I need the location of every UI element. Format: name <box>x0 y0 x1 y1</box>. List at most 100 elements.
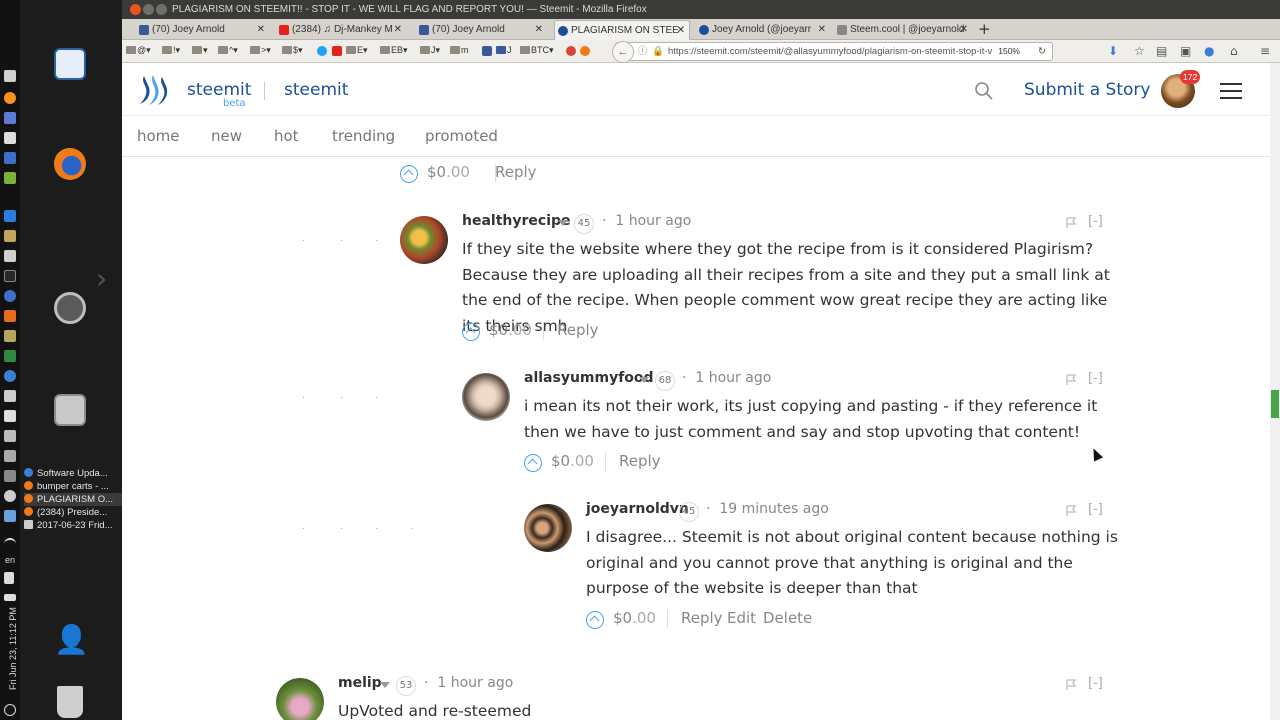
chrome-icon[interactable] <box>4 370 16 382</box>
comment-time[interactable]: · 1 hour ago <box>424 675 513 691</box>
minimize-window-button[interactable] <box>143 4 154 15</box>
trash-icon[interactable] <box>57 686 83 718</box>
terminal-icon[interactable] <box>4 270 16 282</box>
bookmark-folder[interactable]: $▾ <box>282 45 303 56</box>
collapse-toggle[interactable]: [-] <box>1088 676 1103 691</box>
browser-tab[interactable]: (2384) ♫ Dj-Mankey M ✕ <box>276 20 406 40</box>
address-bar[interactable]: ← ⓘ 🔒 https://steemit.com/steemit/@allas… <box>612 41 1053 63</box>
app-icon[interactable] <box>4 112 16 124</box>
comment-time[interactable]: · 1 hour ago <box>602 213 691 229</box>
power-icon[interactable] <box>4 704 16 716</box>
chevron-down-icon[interactable] <box>380 682 390 688</box>
collapse-toggle[interactable]: [-] <box>1088 371 1103 386</box>
bookmark-folder[interactable]: @▾ <box>126 45 151 56</box>
user-switch-icon[interactable]: 👤 <box>54 624 89 656</box>
chevron-down-icon[interactable] <box>558 220 568 226</box>
window-titlebar[interactable]: PLAGIARISM ON STEEMIT!! - STOP IT - WE W… <box>122 0 1280 19</box>
collapse-toggle[interactable]: [-] <box>1088 214 1103 229</box>
notification-badge[interactable]: 172 <box>1180 70 1201 84</box>
comment-author[interactable]: allasyummyfood <box>524 370 654 386</box>
scrollbar-thumb[interactable] <box>1271 390 1279 418</box>
language-indicator[interactable]: en <box>5 555 15 565</box>
reply-link[interactable]: Reply <box>557 321 599 339</box>
clock[interactable]: Fri Jun 23, 11:12 PM <box>8 580 18 690</box>
reload-icon[interactable]: ↻ <box>1038 43 1046 60</box>
grid-icon[interactable] <box>4 210 16 222</box>
upvote-icon[interactable] <box>524 454 542 472</box>
bookmark-folder[interactable]: E▾ <box>346 45 368 56</box>
close-tab-icon[interactable]: ✕ <box>257 20 265 39</box>
close-tab-icon[interactable]: ✕ <box>535 20 543 39</box>
nav-home[interactable]: home <box>137 127 180 145</box>
flag-icon[interactable] <box>1066 374 1076 386</box>
flag-icon[interactable] <box>1066 217 1076 229</box>
pocket-icon[interactable]: ● <box>1204 44 1214 58</box>
payout-value[interactable]: $0.00 <box>613 609 656 627</box>
close-tab-icon[interactable]: ✕ <box>394 20 402 39</box>
window-list-item[interactable]: Software Upda... <box>24 467 122 480</box>
app-icon[interactable] <box>4 172 16 184</box>
nav-promoted[interactable]: promoted <box>425 127 498 145</box>
nav-hot[interactable]: hot <box>274 127 299 145</box>
section-title[interactable]: steemit <box>284 80 348 100</box>
archive-icon[interactable] <box>54 394 86 426</box>
app-icon[interactable] <box>4 330 16 342</box>
avatar[interactable] <box>524 504 572 552</box>
app-icon[interactable] <box>4 390 16 402</box>
avatar[interactable] <box>276 678 324 720</box>
bookmark-item[interactable]: m <box>450 45 469 55</box>
upvote-icon[interactable] <box>400 165 418 183</box>
google-icon[interactable] <box>566 46 576 56</box>
monitor-icon[interactable] <box>4 410 16 422</box>
close-window-button[interactable] <box>130 4 141 15</box>
calendar-icon[interactable] <box>4 152 16 164</box>
payout-value[interactable]: $0.00 <box>489 321 532 339</box>
submit-story-link[interactable]: Submit a Story <box>1024 80 1150 100</box>
comment-author[interactable]: healthyrecipe <box>462 213 571 229</box>
upvote-icon[interactable] <box>586 611 604 629</box>
download-icon[interactable]: ⬇ <box>1108 44 1118 58</box>
window-list-item[interactable]: bumper carts - ... <box>24 480 122 493</box>
bookmark-folder[interactable]: J▾ <box>420 45 440 56</box>
arrow-up-icon[interactable] <box>4 70 16 82</box>
document-viewer-icon[interactable] <box>54 48 86 80</box>
reply-link[interactable]: Reply <box>681 609 723 627</box>
note-icon[interactable] <box>4 132 16 144</box>
back-button[interactable]: ← <box>612 41 634 63</box>
collapse-toggle[interactable]: [-] <box>1088 502 1103 517</box>
close-tab-icon[interactable]: ✕ <box>960 20 968 39</box>
app-icon[interactable] <box>4 250 16 262</box>
app-icon[interactable] <box>4 430 16 442</box>
site-brand[interactable]: steemit <box>187 80 251 100</box>
hamburger-menu-icon[interactable]: ≡ <box>1260 44 1270 58</box>
bitcoin-icon[interactable] <box>4 92 16 104</box>
chevron-down-icon[interactable] <box>639 377 649 383</box>
bookmark-folder[interactable]: ▾ <box>192 45 208 56</box>
reply-link[interactable]: Reply <box>619 452 661 470</box>
window-list-item[interactable]: PLAGIARISM O... <box>24 493 122 506</box>
close-tab-icon[interactable]: ✕ <box>818 20 826 39</box>
comment-author[interactable]: melip <box>338 675 382 691</box>
wifi-icon[interactable] <box>4 538 16 550</box>
comment-time[interactable]: · 1 hour ago <box>682 370 771 386</box>
steemit-logo-icon[interactable] <box>138 73 170 107</box>
facebook-icon[interactable] <box>482 46 492 56</box>
delete-link[interactable]: Delete <box>763 609 812 627</box>
page-scrollbar[interactable] <box>1270 63 1280 720</box>
firefox-icon[interactable] <box>580 46 590 56</box>
app-icon[interactable] <box>4 350 16 362</box>
browser-tab[interactable]: Steem.cool | @joeyarnold ✕ <box>834 20 972 40</box>
youtube-icon[interactable] <box>332 46 342 56</box>
bookmark-folder[interactable]: >▾ <box>250 45 271 56</box>
new-tab-button[interactable]: + <box>978 19 991 39</box>
app-icon[interactable] <box>4 450 16 462</box>
upvote-icon[interactable] <box>462 323 480 341</box>
close-tab-icon[interactable]: ✕ <box>677 21 685 40</box>
comment-author[interactable]: joeyarnoldvn <box>586 501 689 517</box>
reply-link[interactable]: Reply <box>495 163 537 181</box>
nav-trending[interactable]: trending <box>332 127 395 145</box>
home-icon[interactable]: ⌂ <box>1230 44 1238 58</box>
app-icon[interactable] <box>4 310 16 322</box>
url-text[interactable]: https://steemit.com/steemit/@allasyummyf… <box>668 43 1028 60</box>
bookmark-folder[interactable]: ^▾ <box>218 45 238 56</box>
